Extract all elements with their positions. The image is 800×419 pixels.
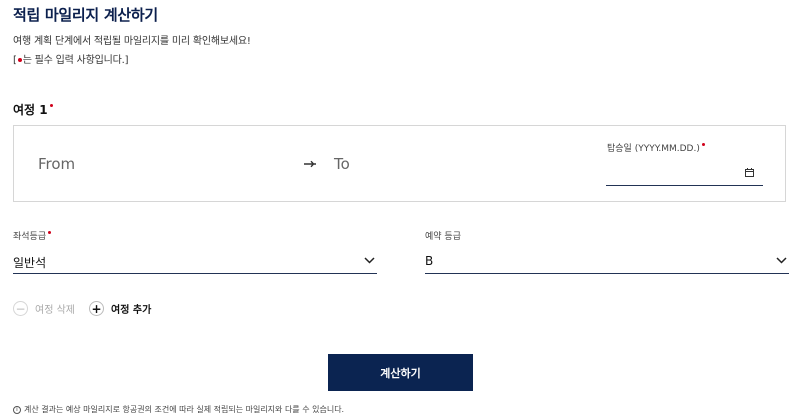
booking-class-value: B <box>425 254 434 268</box>
minus-icon: − <box>13 301 28 316</box>
journey-box: From To 탑승일 (YYYY.MM.DD.) <box>13 125 786 202</box>
from-airport-input[interactable]: From <box>38 155 75 173</box>
remove-journey-button[interactable]: − 여정 삭제 <box>13 300 75 317</box>
mileage-calculator-page: 적립 마일리지 계산하기 여행 계획 단계에서 적립될 마일리지를 미리 확인해… <box>0 0 800 419</box>
required-dot-icon <box>701 143 705 146</box>
seat-class-label-text: 좌석등급 <box>13 232 47 242</box>
calendar-icon[interactable] <box>745 168 754 177</box>
journey-title-text: 여정 1 <box>13 103 48 117</box>
chevron-down-icon <box>776 257 787 264</box>
seat-class-select[interactable]: 일반석 <box>13 250 377 274</box>
to-airport-input[interactable]: To <box>334 155 350 173</box>
seat-class-label: 좌석등급 <box>13 229 52 242</box>
remove-journey-label: 여정 삭제 <box>35 305 75 316</box>
seat-class-value: 일반석 <box>13 256 47 270</box>
page-subtitle: 여행 계획 단계에서 적립될 마일리지를 미리 확인해보세요! <box>13 36 251 47</box>
add-journey-button[interactable]: + 여정 추가 <box>89 300 151 317</box>
booking-class-label: 예약 등급 <box>425 232 461 242</box>
page-title: 적립 마일리지 계산하기 <box>13 6 158 24</box>
info-icon: i <box>13 405 21 414</box>
footnote-text: 계산 결과는 예상 마일리지로 항공권의 조건에 따라 실제 적립되는 마일리지… <box>24 405 345 414</box>
airplane-icon <box>304 160 316 168</box>
required-note-text: 는 필수 입력 사항입니다.] <box>22 55 129 66</box>
calculate-button[interactable]: 계산하기 <box>328 354 473 391</box>
required-note-prefix: [ <box>13 55 17 66</box>
required-note: [ 는 필수 입력 사항입니다.] <box>13 51 129 66</box>
footnote: i 계산 결과는 예상 마일리지로 항공권의 조건에 따라 실제 적립되는 마일… <box>13 404 344 415</box>
required-dot-icon <box>48 231 52 234</box>
date-label: 탑승일 (YYYY.MM.DD.) <box>607 141 705 154</box>
add-journey-label: 여정 추가 <box>111 305 152 316</box>
chevron-down-icon <box>364 257 375 264</box>
date-label-text: 탑승일 (YYYY.MM.DD.) <box>607 144 700 154</box>
required-dot-icon <box>17 58 22 62</box>
departure-date-input[interactable] <box>606 158 763 186</box>
plus-icon: + <box>89 301 104 316</box>
journey-title: 여정 1 <box>13 101 53 118</box>
required-dot-icon <box>49 104 53 107</box>
booking-class-select[interactable]: B <box>425 250 789 274</box>
